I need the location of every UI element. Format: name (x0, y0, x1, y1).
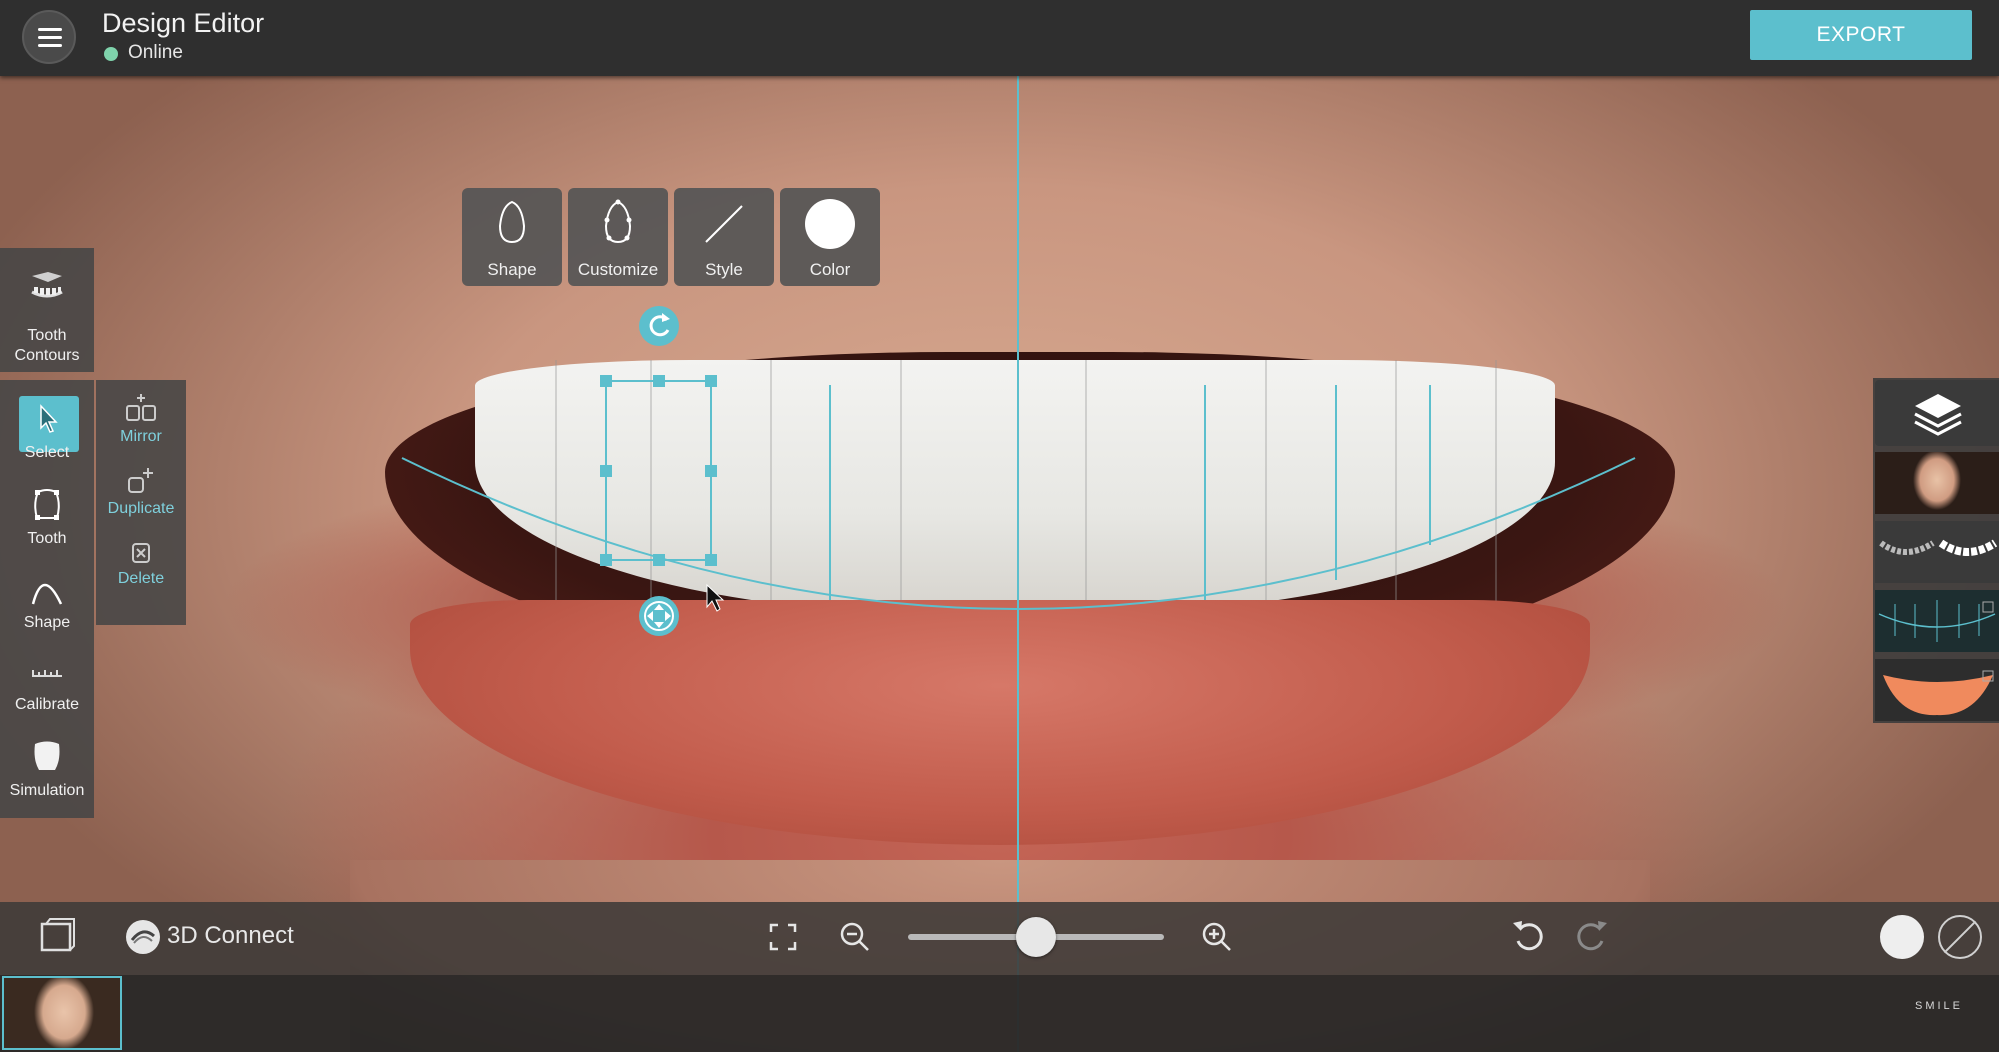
shape-tool-label: Shape (23, 614, 71, 631)
select-tool[interactable]: Select (0, 404, 94, 462)
tooth-contours-icon (31, 272, 63, 298)
layers-icon (1914, 394, 1962, 436)
hamburger-menu-icon[interactable] (22, 10, 76, 64)
duplicate-tool[interactable]: Duplicate (96, 466, 186, 518)
simulation-tool-label: Simulation (9, 782, 85, 799)
tooth-contours-label-2: Contours (14, 347, 80, 364)
selection-box[interactable] (600, 375, 717, 566)
floating-shape-button[interactable]: Shape (462, 188, 562, 286)
undo-icon[interactable] (1510, 917, 1548, 955)
delete-tool-label: Delete (117, 570, 165, 587)
smile-grid-layer[interactable] (1875, 590, 1999, 652)
duplicate-tool-label: Duplicate (107, 500, 175, 517)
online-status-dot (104, 47, 118, 61)
delete-tool[interactable]: Delete (96, 540, 186, 588)
calibrate-tool-label: Calibrate (14, 696, 80, 713)
floating-style-label: Style (705, 260, 743, 279)
duplicate-icon (128, 468, 153, 493)
floating-color-button[interactable]: Color (780, 188, 880, 286)
delete-icon (132, 543, 150, 563)
zoom-out-icon[interactable] (838, 920, 872, 954)
teeth-library-layer[interactable] (1875, 521, 1999, 583)
tooth-tool-label: Tooth (27, 530, 67, 547)
color-circle-icon (805, 199, 855, 249)
tooth-contours-button[interactable]: Tooth Contours (0, 248, 94, 372)
mouse-cursor-icon (706, 583, 725, 612)
shape-curve-icon (31, 583, 63, 605)
design-guides-overlay (401, 76, 1636, 1052)
tooth-tool[interactable]: Tooth (0, 488, 94, 548)
select-tool-label: Select (24, 444, 70, 461)
zoom-slider-thumb[interactable] (1016, 917, 1056, 957)
zoom-in-icon[interactable] (1200, 920, 1234, 954)
tooth-contours-label-1: Tooth (27, 327, 67, 344)
customize-outline-icon (604, 199, 632, 244)
online-status-label: Online (128, 42, 183, 63)
mirror-tool-label: Mirror (120, 428, 162, 445)
style-line-icon (705, 205, 743, 243)
simulation-tool[interactable]: Simulation (0, 740, 94, 800)
redo-icon[interactable] (1572, 917, 1610, 955)
app-title: Design Editor (102, 8, 265, 38)
floating-color-label: Color (809, 260, 851, 279)
face-photo-layer[interactable] (1875, 452, 1999, 514)
cursor-icon (40, 404, 58, 433)
shape-tool[interactable]: Shape (0, 572, 94, 632)
lip-mask-thumb (1883, 670, 1994, 716)
bottom-thumbnail-strip (0, 975, 1999, 1052)
rotate-handle-icon[interactable] (639, 306, 679, 346)
white-color-swatch-icon[interactable] (1880, 915, 1924, 959)
lip-mask-layer[interactable] (1875, 659, 1999, 721)
layers-toggle-button[interactable] (1875, 380, 1999, 446)
teeth-library-thumb (1879, 539, 1998, 556)
patient-photo-thumbnail[interactable] (2, 976, 122, 1050)
mirror-tool[interactable]: Mirror (96, 392, 186, 446)
top-bar (0, 0, 1999, 76)
ruler-icon (32, 670, 62, 677)
move-handle-icon[interactable] (639, 596, 679, 636)
3d-connect-icon[interactable] (124, 918, 162, 956)
calibrate-tool[interactable]: Calibrate (0, 662, 94, 714)
floating-style-button[interactable]: Style (674, 188, 774, 286)
floating-customize-button[interactable]: Customize (568, 188, 668, 286)
tooth-outline-icon (34, 489, 60, 520)
export-button[interactable]: EXPORT (1750, 10, 1972, 60)
tooth-shape-icon (498, 200, 526, 244)
floating-shape-label: Shape (487, 260, 537, 279)
no-color-icon[interactable] (1938, 915, 1982, 959)
smile-grid-thumb (1878, 600, 1996, 642)
floating-customize-label: Customize (577, 260, 659, 279)
3d-connect-label[interactable]: 3D Connect (167, 922, 294, 950)
brand-logo: SMILE (1915, 1000, 1964, 1012)
gallery-icon[interactable] (38, 916, 78, 954)
mirror-icon (126, 394, 156, 421)
simulation-tooth-icon (34, 741, 60, 770)
fullscreen-icon[interactable] (768, 922, 798, 952)
